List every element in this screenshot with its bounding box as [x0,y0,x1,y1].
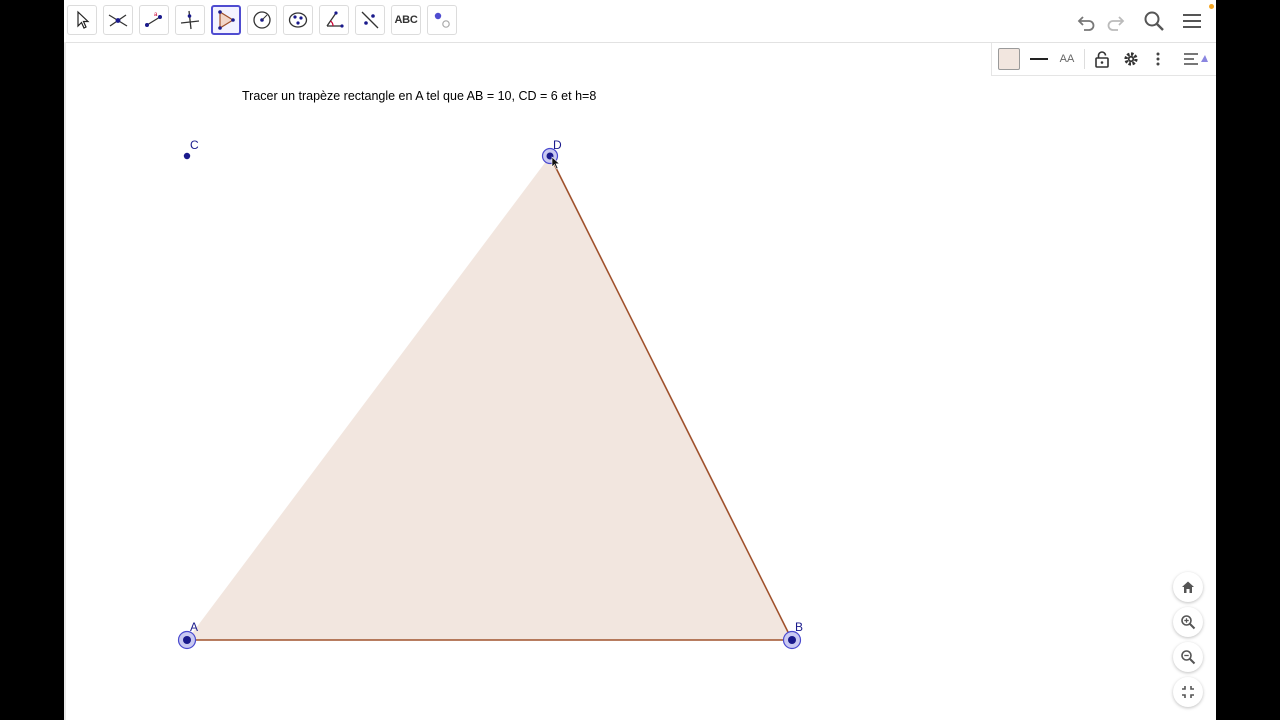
search-button[interactable] [1140,7,1168,35]
exit-fullscreen-button[interactable] [1173,677,1203,707]
move-tool[interactable] [67,5,97,35]
style-bar-divider [1084,49,1085,69]
conic-tool-icon [288,12,308,28]
zoom-out-icon [1181,650,1196,665]
label-c: C [190,138,199,152]
point-tool-icon [108,14,128,27]
zoom-in-icon [1181,615,1196,630]
point-tool[interactable] [103,5,133,35]
toolbar: a ABC [64,0,1216,43]
slider-tool-icon [434,12,450,28]
tool-list: a ABC [67,5,463,35]
circle-tool[interactable] [247,5,277,35]
font-size-icon: AA [1059,53,1075,65]
segment-tool[interactable]: a [139,5,169,35]
line-style-icon [1030,58,1048,60]
perpendicular-line-tool[interactable] [175,5,205,35]
svg-text:a: a [154,12,158,18]
font-size-button[interactable]: AA [1054,46,1080,72]
point-c[interactable] [183,152,191,160]
circle-tool-icon [253,11,271,29]
line-style-button[interactable] [1026,46,1052,72]
main-menu-button[interactable] [1178,7,1206,35]
label-b: B [795,620,804,634]
polygon-tool-icon [218,10,235,30]
menu-icon [1183,14,1201,28]
point-a[interactable] [177,630,197,650]
fill-color-button[interactable] [996,46,1022,72]
zoom-out-button[interactable] [1173,642,1203,672]
polygon-abd[interactable] [187,156,792,640]
top-right-controls [1066,0,1216,42]
zoom-in-button[interactable] [1173,607,1203,637]
text-tool-icon: ABC [394,14,418,26]
undo-icon [1077,16,1095,31]
segment-tool-icon: a [145,12,162,27]
style-bar: AA [991,43,1216,76]
move-tool-icon [77,10,90,29]
angle-tool-icon [326,11,344,28]
toggle-style-bar-button[interactable] [1181,46,1209,72]
settings-icon [1124,52,1138,66]
perpendicular-line-tool-icon [180,10,200,30]
slider-tool[interactable] [427,5,457,35]
text-tool[interactable]: ABC [391,5,421,35]
point-b[interactable] [782,630,802,650]
toggle-style-bar-icon [1184,53,1208,65]
home-view-button[interactable] [1173,572,1203,602]
notification-dot [1209,4,1214,9]
color-swatch-icon [998,48,1020,70]
redo-icon [1107,16,1125,31]
label-a: A [190,620,199,634]
task-instruction-text[interactable]: Tracer un trapèze rectangle en A tel que… [242,89,596,103]
reflect-tool[interactable] [355,5,385,35]
search-icon [1144,11,1164,31]
redo-button[interactable] [1102,7,1130,35]
polygon-tool[interactable] [211,5,241,35]
lock-icon [1095,51,1109,68]
lock-button[interactable] [1089,46,1115,72]
label-d: D [553,138,562,152]
home-icon [1182,581,1194,593]
exit-fullscreen-icon [1182,686,1194,698]
geometry-canvas [177,147,802,650]
angle-tool[interactable] [319,5,349,35]
geogebra-app: a ABC Tracer un trapèze rectangle en A t… [64,0,1216,720]
more-vertical-icon [1156,52,1160,66]
undo-button[interactable] [1072,7,1100,35]
settings-button[interactable] [1118,46,1144,72]
more-options-button[interactable] [1148,46,1168,72]
reflect-tool-icon [361,11,379,29]
conic-tool[interactable] [283,5,313,35]
graphics-view[interactable]: Tracer un trapèze rectangle en A tel que… [64,43,1216,720]
